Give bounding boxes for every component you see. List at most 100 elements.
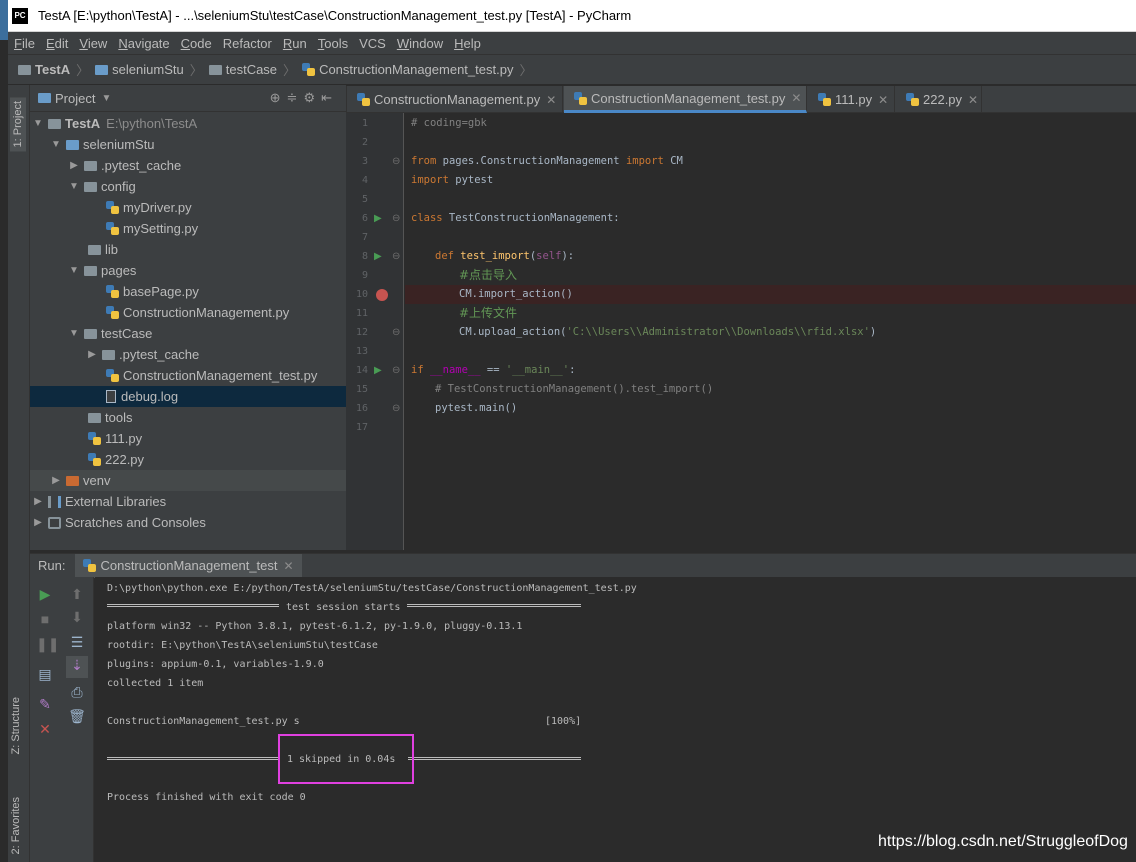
tab-constructionmanagement-test[interactable]: ConstructionManagement_test.py ✕ [564, 86, 807, 113]
close-icon[interactable]: ✕ [284, 559, 294, 573]
tree-item-lib[interactable]: lib [30, 239, 346, 260]
chevron-down-icon[interactable]: ▼ [50, 139, 62, 150]
tab-project-tool[interactable]: 1: Project [10, 97, 26, 152]
tab-222[interactable]: 222.py ✕ [896, 86, 982, 113]
chevron-right-icon[interactable]: ▶ [68, 160, 80, 171]
tree-item-mydriver[interactable]: myDriver.py [30, 197, 346, 218]
locate-icon[interactable]: ⊕ [270, 90, 287, 105]
python-file-icon [88, 432, 101, 445]
tab-constructionmanagement[interactable]: ConstructionManagement.py ✕ [347, 86, 563, 113]
down-arrow-icon[interactable]: ⬇ [68, 608, 86, 626]
tree-item-testcase[interactable]: ▼ testCase [30, 323, 346, 344]
pause-icon[interactable]: ❚❚ [36, 635, 59, 653]
scroll-to-end-icon[interactable]: ⇣ [66, 656, 88, 678]
chevron-right-icon[interactable]: ▶ [32, 517, 44, 528]
chevron-right-icon[interactable]: ▶ [50, 475, 62, 486]
breakpoint-icon[interactable] [376, 289, 388, 301]
menu-vcs[interactable]: VCS [359, 36, 386, 51]
code-line: class TestConstructionManagement: [411, 212, 620, 224]
soft-wrap-icon[interactable]: ☰ [68, 633, 86, 651]
tree-item-root[interactable]: ▼ TestA E:\python\TestA [30, 113, 346, 134]
menu-navigate[interactable]: Navigate [118, 36, 169, 51]
fold-icon[interactable]: ⊖ [392, 323, 400, 342]
menu-window[interactable]: Window [397, 36, 443, 51]
chevron-down-icon[interactable]: ▼ [68, 328, 80, 339]
tree-item-scratches[interactable]: ▶ Scratches and Consoles [30, 512, 346, 533]
menu-code[interactable]: Code [181, 36, 212, 51]
stop-icon[interactable]: ■ [36, 610, 54, 628]
tab-111[interactable]: 111.py ✕ [808, 86, 895, 113]
tree-item-pytest-cache-testcase[interactable]: ▶ .pytest_cache [30, 344, 346, 365]
pin-icon[interactable]: ✎ [36, 695, 54, 713]
close-run-icon[interactable]: ✕ [36, 720, 54, 738]
fold-icon[interactable]: ⊖ [392, 399, 400, 418]
tree-item-222[interactable]: 222.py [30, 449, 346, 470]
tab-structure-tool[interactable]: Z: Structure [10, 697, 22, 754]
separator-line [407, 604, 581, 607]
run-label: Run: [38, 558, 66, 573]
code-line: #上传文件 [459, 306, 518, 320]
breadcrumb-item-testcase[interactable]: testCase 〉 [208, 60, 296, 79]
run-gutter-icon[interactable]: ▶ [374, 361, 382, 380]
tree-item-constructionmanagement-test[interactable]: ConstructionManagement_test.py [30, 365, 346, 386]
hide-icon[interactable]: ⇤ [321, 90, 338, 105]
menu-refactor[interactable]: Refactor [223, 36, 272, 51]
scratches-icon [48, 516, 61, 529]
line-number: 6 [361, 213, 368, 224]
console-line: collected 1 item [107, 678, 204, 689]
code-editor[interactable]: # coding=gbk from pages.ConstructionMana… [405, 113, 1136, 550]
tree-item-pytest-cache[interactable]: ▶ .pytest_cache [30, 155, 346, 176]
menu-file[interactable]: File [14, 36, 35, 51]
close-icon[interactable]: ✕ [968, 93, 978, 107]
trash-icon[interactable]: 🗑 [68, 707, 86, 725]
menu-tools[interactable]: Tools [318, 36, 348, 51]
menu-run[interactable]: Run [283, 36, 307, 51]
gear-icon[interactable]: ⚙ [303, 90, 321, 105]
tree-item-config[interactable]: ▼ config [30, 176, 346, 197]
tree-item-111[interactable]: 111.py [30, 428, 346, 449]
breadcrumb-item-project[interactable]: TestA 〉 [18, 60, 89, 79]
separator-line [107, 757, 280, 760]
menu-view[interactable]: View [79, 36, 107, 51]
tree-item-debug-log[interactable]: debug.log [30, 386, 346, 407]
tab-run-config[interactable]: ConstructionManagement_test ✕ [75, 553, 302, 578]
layout-icon[interactable]: ▤ [36, 665, 54, 683]
run-gutter-icon[interactable]: ▶ [374, 209, 382, 228]
console-line: platform win32 -- Python 3.8.1, pytest-6… [107, 621, 523, 632]
tree-item-tools[interactable]: tools [30, 407, 346, 428]
tree-item-seleniumstu[interactable]: ▼ seleniumStu [30, 134, 346, 155]
chevron-right-icon[interactable]: ▶ [86, 349, 98, 360]
chevron-down-icon[interactable]: ▼ [68, 181, 80, 192]
chevron-down-icon[interactable]: ▼ [32, 118, 44, 129]
tab-favorites-tool[interactable]: 2: Favorites [10, 797, 22, 854]
chevron-down-icon[interactable]: ▼ [68, 265, 80, 276]
tree-item-external-libraries[interactable]: ▶ External Libraries [30, 491, 346, 512]
breadcrumb-item-seleniumstu[interactable]: seleniumStu 〉 [95, 60, 203, 79]
fold-icon[interactable]: ⊖ [392, 247, 400, 266]
fold-icon[interactable]: ⊖ [392, 209, 400, 228]
tree-item-venv[interactable]: ▶ venv [30, 470, 346, 491]
up-arrow-icon[interactable]: ⬆ [68, 585, 86, 603]
breadcrumb-item-file[interactable]: ConstructionManagement_test.py 〉 [302, 60, 532, 79]
tree-item-pages[interactable]: ▼ pages [30, 260, 346, 281]
fold-icon[interactable]: ⊖ [392, 152, 400, 171]
print-icon[interactable]: ⎙ [68, 683, 86, 701]
editor-tabs: ConstructionManagement.py ✕ ConstructionM… [346, 86, 1136, 113]
close-icon[interactable]: ✕ [791, 91, 801, 105]
tree-item-mysetting[interactable]: mySetting.py [30, 218, 346, 239]
close-icon[interactable]: ✕ [878, 93, 888, 107]
menu-help[interactable]: Help [454, 36, 481, 51]
run-gutter-icon[interactable]: ▶ [374, 247, 382, 266]
menu-edit[interactable]: Edit [46, 36, 68, 51]
project-view-dropdown[interactable]: Project [55, 91, 95, 106]
editor-gutter[interactable]: 1 2 3 4 5 6 7 8 9 10 11 12 13 14 15 16 1… [346, 113, 404, 550]
close-icon[interactable]: ✕ [546, 93, 556, 107]
run-console[interactable]: D:\python\python.exe E:/python/TestA/sel… [95, 577, 1136, 862]
tree-item-basepage[interactable]: basePage.py [30, 281, 346, 302]
chevron-down-icon[interactable]: ▼ [101, 93, 111, 104]
rerun-icon[interactable]: ▶ [36, 585, 54, 603]
collapse-icon[interactable]: ≑ [287, 90, 304, 105]
chevron-right-icon[interactable]: ▶ [32, 496, 44, 507]
fold-icon[interactable]: ⊖ [392, 361, 400, 380]
tree-item-constructionmanagement[interactable]: ConstructionManagement.py [30, 302, 346, 323]
